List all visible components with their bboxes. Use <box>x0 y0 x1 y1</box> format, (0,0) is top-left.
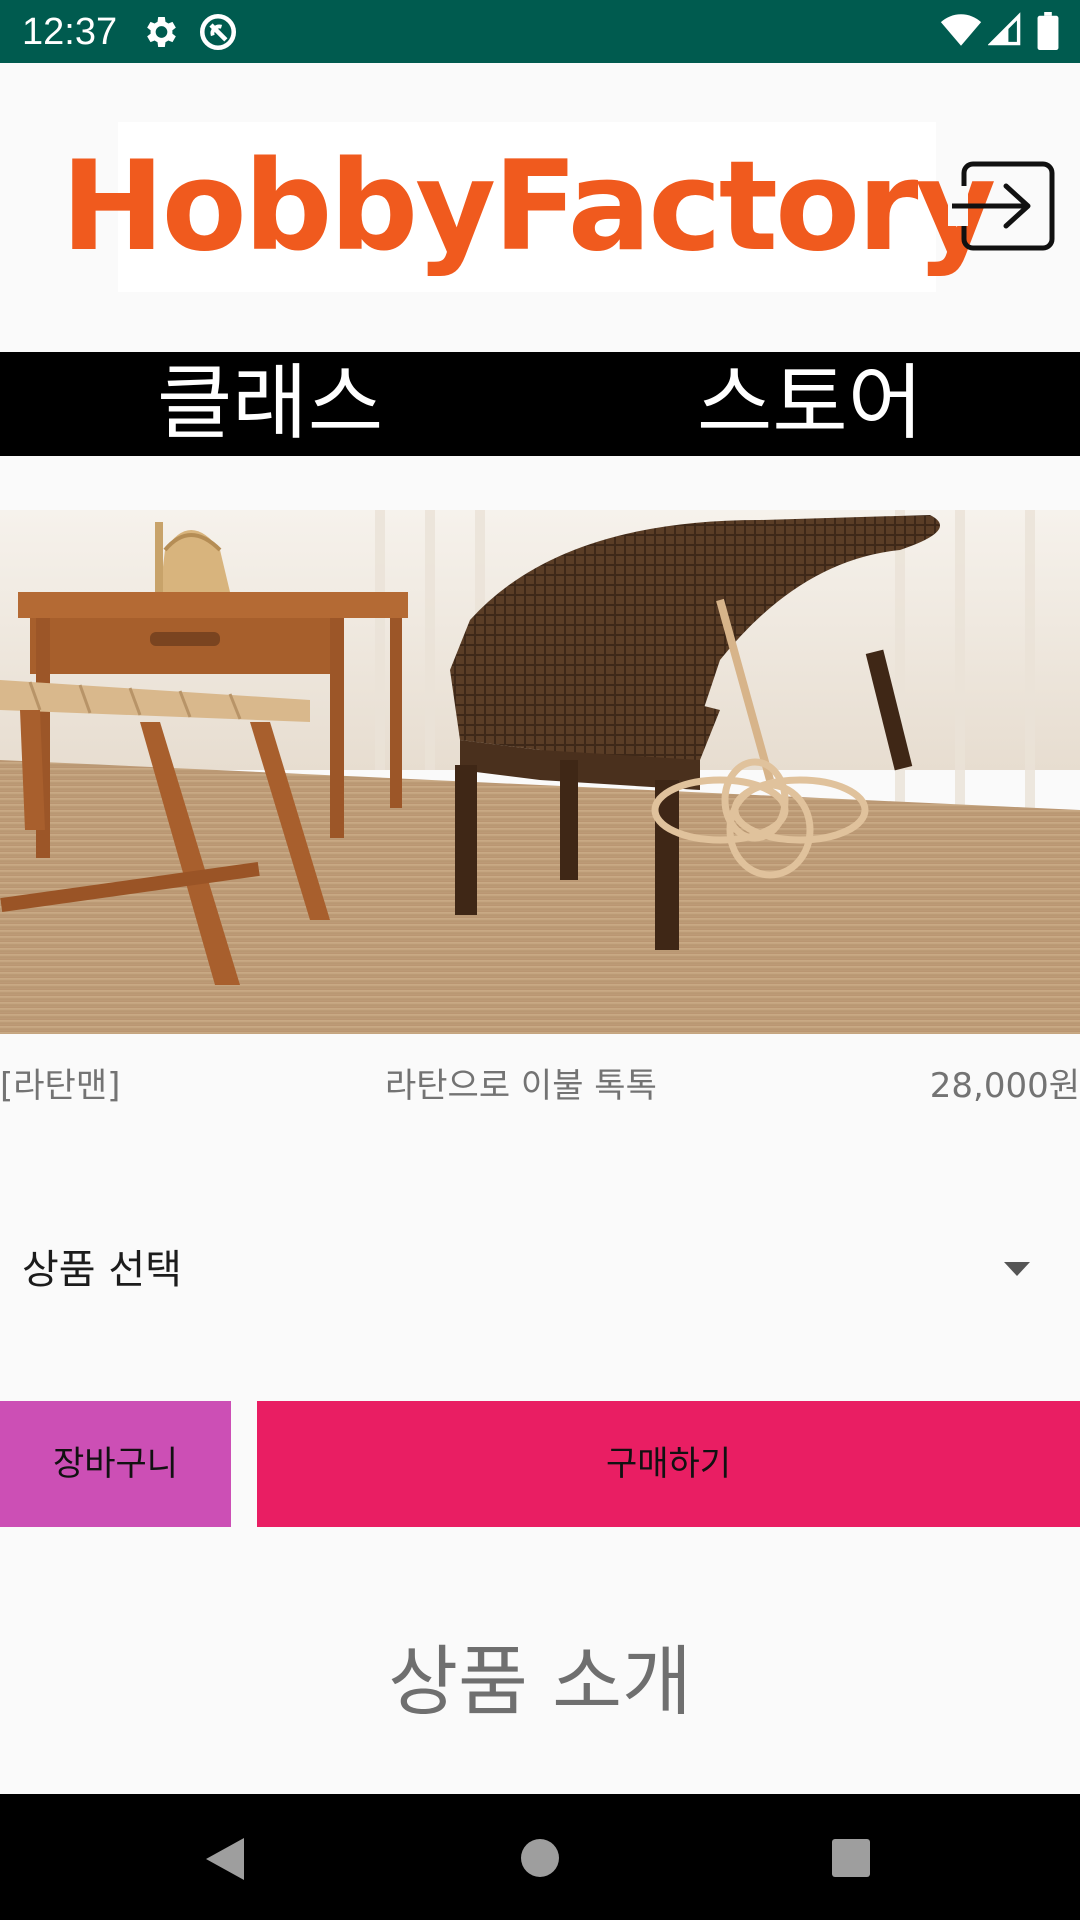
back-icon[interactable] <box>204 1836 246 1882</box>
option-select[interactable]: 상품 선택 <box>0 1220 1080 1320</box>
signal-icon <box>988 12 1021 46</box>
buy-now-button[interactable]: 구매하기 <box>257 1401 1080 1527</box>
dropdown-arrow-icon[interactable] <box>1004 1262 1030 1276</box>
product-price: 28,000원 <box>929 1066 1080 1106</box>
logo-text: HobbyFactory <box>60 135 996 279</box>
wifi-icon <box>940 14 982 46</box>
tab-class[interactable]: 클래스 <box>0 352 540 456</box>
section-title: 상품 소개 <box>388 1637 692 1726</box>
status-time: 12:37 <box>22 11 118 53</box>
battery-icon <box>1037 12 1059 50</box>
option-select-value: 상품 선택 <box>22 1247 182 1293</box>
logout-icon[interactable] <box>948 158 1058 254</box>
product-image <box>0 510 1080 1034</box>
product-brand: [라탄맨] <box>0 1066 121 1106</box>
add-to-cart-button[interactable]: 장바구니 <box>0 1401 231 1527</box>
gear-icon <box>147 17 176 47</box>
app-logo: HobbyFactory <box>61 122 996 292</box>
status-bar: 12:37 <box>0 0 1080 63</box>
product-name: 라탄으로 이불 톡톡 <box>385 1066 657 1106</box>
tab-store[interactable]: 스토어 <box>540 352 1080 456</box>
home-icon[interactable] <box>520 1838 560 1878</box>
sync-off-icon <box>199 13 237 51</box>
recents-icon[interactable] <box>831 1838 871 1878</box>
tab-bar: 클래스 스토어 <box>0 352 1080 456</box>
